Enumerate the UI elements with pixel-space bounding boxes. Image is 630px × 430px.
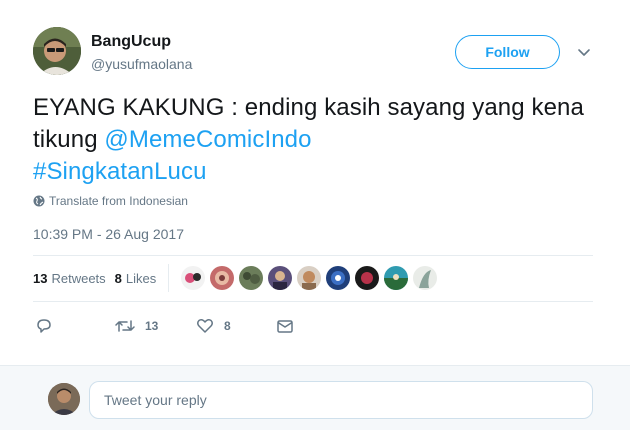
- follow-button[interactable]: Follow: [455, 35, 560, 69]
- reply-input[interactable]: Tweet your reply: [89, 381, 593, 419]
- reply-action[interactable]: [35, 314, 53, 338]
- tweet-actions: 13 8: [33, 314, 333, 338]
- retweets-stat[interactable]: 13 Retweets: [33, 271, 106, 286]
- tweet-header: BangUcup @yusufmaolana Follow: [33, 27, 603, 79]
- author-avatar[interactable]: [33, 27, 81, 75]
- likes-stat[interactable]: 8 Likes: [115, 271, 157, 286]
- like-count: 8: [224, 319, 231, 333]
- reply-icon: [37, 319, 51, 333]
- stats-separator: [168, 264, 170, 292]
- translate-label: Translate from Indonesian: [49, 194, 188, 208]
- tweet-text: EYANG KAKUNG : ending kasih sayang yang …: [33, 92, 593, 188]
- hashtag-link[interactable]: #SingkatanLucu: [33, 158, 207, 185]
- retweet-icon: [115, 320, 135, 332]
- chevron-down-icon[interactable]: [576, 44, 592, 60]
- retweets-label: Retweets: [51, 270, 106, 286]
- author-name[interactable]: BangUcup: [91, 33, 171, 51]
- globe-icon: [33, 195, 45, 207]
- tweet-stats: 13 Retweets 8 Likes: [33, 262, 593, 294]
- engager-avatars: [181, 266, 438, 290]
- divider-top: [33, 255, 593, 256]
- retweets-count: 13: [33, 270, 48, 286]
- engager-avatar[interactable]: [239, 266, 264, 290]
- engager-avatar[interactable]: [210, 266, 235, 290]
- engager-avatar[interactable]: [297, 266, 322, 290]
- divider-bottom: [33, 301, 593, 302]
- author-handle[interactable]: @yusufmaolana: [91, 56, 192, 72]
- likes-count: 8: [114, 270, 122, 286]
- engager-avatar[interactable]: [268, 266, 293, 290]
- retweet-action[interactable]: 13: [115, 314, 158, 338]
- retweet-count: 13: [145, 319, 159, 333]
- engager-avatar[interactable]: [326, 266, 351, 290]
- likes-label: Likes: [125, 270, 157, 286]
- engager-avatar[interactable]: [355, 266, 380, 290]
- heart-icon: [197, 319, 213, 333]
- current-user-avatar[interactable]: [48, 383, 80, 415]
- engager-avatar[interactable]: [181, 266, 206, 290]
- mention-link[interactable]: @MemeComicIndo: [104, 126, 311, 153]
- engager-avatar[interactable]: [384, 266, 409, 290]
- translate-link[interactable]: Translate from Indonesian: [33, 194, 188, 208]
- reply-bar: Tweet your reply: [0, 365, 630, 430]
- tweet-timestamp[interactable]: 10:39 PM - 26 Aug 2017: [33, 226, 184, 242]
- engager-avatar[interactable]: [413, 266, 438, 290]
- like-action[interactable]: 8: [196, 314, 231, 338]
- message-icon: [277, 320, 293, 333]
- direct-message-action[interactable]: [276, 314, 294, 338]
- tweet-card: BangUcup @yusufmaolana Follow EYANG KAKU…: [0, 0, 630, 430]
